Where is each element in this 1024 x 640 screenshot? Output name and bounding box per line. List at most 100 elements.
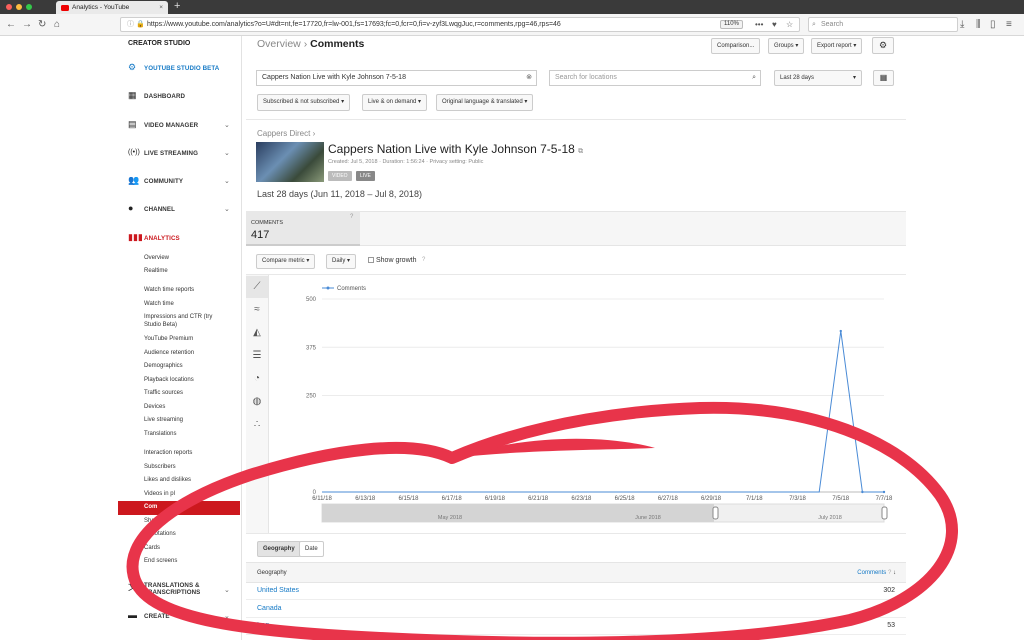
sidebar-item-community[interactable]: COMMUNITY	[144, 178, 183, 185]
sidebar-sub-cards[interactable]: Cards	[144, 545, 160, 552]
tab-date[interactable]: Date	[299, 541, 324, 557]
forward-icon[interactable]: →	[22, 18, 32, 32]
sidebar-sub-watch-time[interactable]: Watch time	[144, 301, 174, 308]
sidebar-sub-watch-time-reports[interactable]: Watch time reports	[144, 287, 194, 294]
line-chart-icon[interactable]: ⟋	[246, 276, 268, 298]
sidebar-item-create[interactable]: CREATE	[144, 613, 170, 620]
chevron-down-icon[interactable]: ⌄	[224, 586, 230, 594]
sidebar-sub-impressions[interactable]: Impressions and CTR (try	[144, 314, 212, 321]
sidebar-sub-traffic-sources[interactable]: Traffic sources	[144, 390, 183, 397]
clear-icon[interactable]: ⊗	[526, 71, 532, 85]
show-growth-checkbox[interactable]	[368, 257, 374, 263]
globe-icon[interactable]: ◍	[246, 391, 268, 413]
channel-link: Cappers Direct	[257, 129, 311, 138]
zoom-level[interactable]: 110%	[720, 20, 743, 29]
sidebar-sub-demographics[interactable]: Demographics	[144, 363, 183, 370]
close-window-icon[interactable]	[6, 4, 12, 10]
back-icon[interactable]: ←	[6, 18, 16, 32]
chevron-down-icon[interactable]: ⌄	[224, 177, 230, 185]
bubble-chart-icon[interactable]: ∴	[246, 414, 268, 436]
sidebar-item-live-streaming[interactable]: LIVE STREAMING	[144, 150, 198, 157]
tab-geography[interactable]: Geography	[257, 541, 301, 557]
chevron-down-icon[interactable]: ⌄	[224, 612, 230, 620]
col-comments[interactable]: Comments ? ↓	[857, 570, 896, 576]
sidebar-item-transcriptions[interactable]: TRANSCRIPTIONS	[144, 589, 200, 596]
chevron-down-icon[interactable]: ⌄	[224, 205, 230, 213]
sidebar-sub-interaction-reports[interactable]: Interaction reports	[144, 450, 192, 457]
sidebar-sub-impressions-2[interactable]: Studio Beta)	[144, 322, 177, 329]
sidebar-sub-annotations[interactable]: Annotations	[144, 531, 176, 538]
video-badge: VIDEO	[328, 171, 352, 181]
help-icon[interactable]: ?	[350, 214, 353, 220]
menu-icon[interactable]: ≡	[1006, 18, 1012, 32]
sidebar-sub-likes-dislikes[interactable]: Likes and dislikes	[144, 477, 191, 484]
maximize-window-icon[interactable]	[26, 4, 32, 10]
language-filter[interactable]: Original language & translated ▾	[436, 94, 534, 111]
bar-chart-icon[interactable]: ☰	[246, 345, 268, 367]
country-link[interactable]: Iraq	[257, 622, 269, 629]
sidebar-sub-live-streaming[interactable]: Live streaming	[144, 417, 183, 424]
sidebar-sub-realtime[interactable]: Realtime	[144, 268, 168, 275]
chevron-down-icon[interactable]: ⌄	[224, 121, 230, 129]
minimize-window-icon[interactable]	[16, 4, 22, 10]
sidebar-sub-overview[interactable]: Overview	[144, 255, 169, 262]
external-link-icon[interactable]: ⧉	[578, 148, 583, 155]
pocket-icon[interactable]: ♥	[772, 18, 777, 32]
daily-button[interactable]: Daily ▾	[326, 254, 357, 269]
home-icon[interactable]: ⌂	[54, 18, 60, 32]
sidebar-sub-playback-locations[interactable]: Playback locations	[144, 377, 194, 384]
sidebar-sub-youtube-premium[interactable]: YouTube Premium	[144, 336, 193, 343]
multi-line-chart-icon[interactable]: ≈	[246, 299, 268, 321]
sidebar-sub-comments[interactable]: Com	[144, 504, 157, 511]
country-link[interactable]: United States	[257, 587, 299, 594]
comparison-button[interactable]: Comparison...	[711, 38, 761, 54]
url-bar[interactable]: ⓘ 🔒 https://www.youtube.com/analytics?o=…	[120, 17, 800, 32]
star-icon[interactable]: ☆	[786, 18, 793, 32]
video-thumbnail[interactable]	[256, 142, 324, 182]
sidebar-item-analytics[interactable]: ANALYTICS	[144, 235, 180, 242]
sidebar-item-translations[interactable]: TRANSLATIONS &	[144, 582, 200, 589]
sidebar-item-video-manager[interactable]: VIDEO MANAGER	[144, 122, 198, 129]
date-range-select[interactable]: Last 28 days ▾	[774, 70, 862, 86]
calendar-button[interactable]: ▦	[873, 70, 894, 86]
sidebar-active-item[interactable]	[118, 501, 240, 515]
search-icon[interactable]: ⌕	[752, 71, 756, 85]
col-geography[interactable]: Geography	[257, 570, 287, 576]
subscribed-filter[interactable]: Subscribed & not subscribed ▾	[257, 94, 351, 111]
new-tab-icon[interactable]: +	[174, 0, 180, 13]
browser-tab[interactable]: Analytics - YouTube ×	[56, 1, 168, 14]
download-icon[interactable]: ⤓	[960, 18, 964, 32]
country-link[interactable]: Canada	[257, 605, 282, 612]
help-icon[interactable]: ?	[422, 257, 425, 263]
library-icon[interactable]: ⫼	[976, 18, 981, 32]
close-tab-icon[interactable]: ×	[159, 1, 163, 14]
export-report-button[interactable]: Export report ▾	[811, 38, 863, 54]
sidebar-sub-sharing[interactable]: Sharing	[144, 518, 165, 525]
channel-breadcrumb[interactable]: Cappers Direct ›	[257, 129, 315, 138]
more-icon[interactable]: •••	[755, 18, 763, 32]
sidebar-item-studio-beta[interactable]: YOUTUBE STUDIO BETA	[144, 65, 219, 72]
content-filter-input[interactable]: Cappers Nation Live with Kyle Johnson 7-…	[256, 70, 537, 86]
compare-metric-button[interactable]: Compare metric ▾	[256, 254, 316, 269]
sidebar-sub-end-screens[interactable]: End screens	[144, 558, 177, 565]
sidebar-sub-subscribers[interactable]: Subscribers	[144, 464, 176, 471]
sidebar-sub-devices[interactable]: Devices	[144, 404, 165, 411]
breadcrumb-overview[interactable]: Overview	[257, 38, 301, 50]
sidebar-item-channel[interactable]: CHANNEL	[144, 206, 175, 213]
sidebar-item-dashboard[interactable]: DASHBOARD	[144, 93, 185, 100]
sidebar-sub-videos-in-playlists[interactable]: Videos in pl	[144, 491, 175, 498]
reload-icon[interactable]: ↻	[38, 18, 46, 32]
groups-button[interactable]: Groups ▾	[768, 38, 805, 54]
x-tick-label: 6/15/18	[398, 496, 419, 502]
pie-chart-icon[interactable]: ◔	[246, 368, 268, 390]
sidebar-sub-audience-retention[interactable]: Audience retention	[144, 350, 194, 357]
location-search-input[interactable]: Search for locations ⌕	[549, 70, 761, 86]
settings-button[interactable]: ⚙	[872, 37, 894, 54]
sidebar-sub-translations[interactable]: Translations	[144, 431, 176, 438]
chevron-down-icon[interactable]: ⌄	[224, 149, 230, 157]
stacked-area-icon[interactable]: ◭	[246, 322, 268, 344]
metric-card-comments[interactable]: COMMENTS 417 ?	[246, 211, 360, 246]
live-filter[interactable]: Live & on demand ▾	[362, 94, 428, 111]
sidebar-icon[interactable]: ▯	[990, 18, 996, 32]
browser-search[interactable]: ⌕ Search	[808, 17, 958, 32]
